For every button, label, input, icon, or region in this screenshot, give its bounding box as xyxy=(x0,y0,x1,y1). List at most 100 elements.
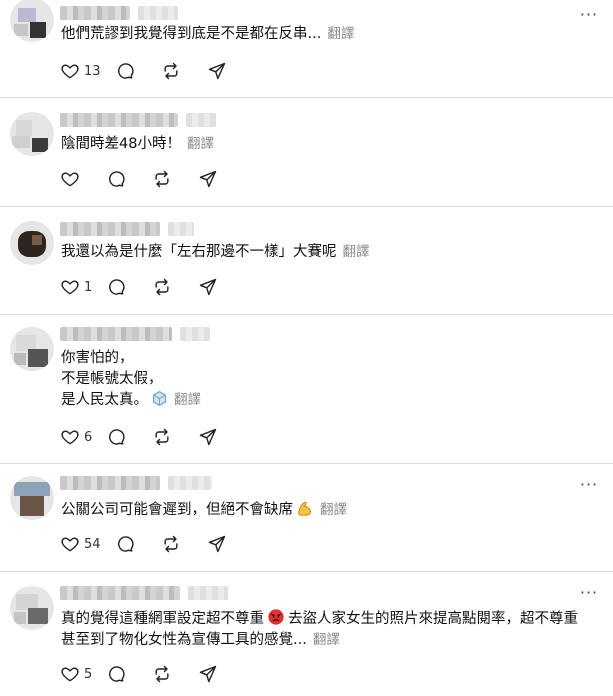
avatar[interactable] xyxy=(10,0,54,42)
comment-icon xyxy=(109,666,125,682)
comment-icon xyxy=(109,279,125,295)
like-count: 13 xyxy=(84,63,101,79)
more-options-icon[interactable]: ··· xyxy=(579,585,599,601)
reply-post: ··· 真的覺得這種網軍設定超不尊重 去盜人家女生的照片來提高點閱率，超不尊重 甚… xyxy=(0,572,613,696)
comment-icon xyxy=(109,429,125,445)
repost-icon xyxy=(155,278,169,296)
repost-button[interactable] xyxy=(161,533,181,555)
more-options-icon[interactable]: ··· xyxy=(579,477,599,493)
action-bar: 5 xyxy=(60,663,218,685)
username-redacted[interactable] xyxy=(60,476,160,490)
flexed-biceps-emoji xyxy=(298,501,312,516)
reply-button[interactable] xyxy=(115,60,135,82)
reply-post: 陰間時差48小時！ 翻譯 xyxy=(0,98,613,206)
send-icon xyxy=(200,278,217,296)
more-options-icon[interactable]: ··· xyxy=(579,7,599,23)
reply-text: 我還以為是什麼「左右那邊不一樣」大賽呢 翻譯 xyxy=(61,244,370,260)
like-button[interactable]: 54 xyxy=(60,533,115,555)
like-count: 5 xyxy=(84,666,93,682)
like-button[interactable] xyxy=(60,168,80,190)
reply-button[interactable] xyxy=(106,168,126,190)
heart-icon xyxy=(61,667,79,682)
angry-face-emoji xyxy=(268,609,284,625)
translate-link[interactable]: 翻譯 xyxy=(320,502,347,518)
translate-link[interactable]: 翻譯 xyxy=(313,632,340,648)
send-icon xyxy=(208,535,225,553)
username-redacted[interactable] xyxy=(60,586,180,600)
avatar[interactable] xyxy=(10,221,54,265)
translate-link[interactable]: 翻譯 xyxy=(343,244,370,260)
translate-link[interactable]: 翻譯 xyxy=(174,392,201,408)
heart-icon xyxy=(61,172,79,187)
repost-button[interactable] xyxy=(152,663,172,685)
like-count: 1 xyxy=(84,279,93,295)
username-redacted[interactable] xyxy=(60,6,130,20)
repost-button[interactable] xyxy=(152,168,172,190)
reply-button[interactable] xyxy=(106,426,126,448)
send-icon xyxy=(199,170,217,188)
heart-icon xyxy=(61,537,79,552)
heart-icon xyxy=(61,64,79,79)
avatar[interactable] xyxy=(10,327,54,371)
repost-icon xyxy=(155,428,169,446)
reply-post: 你害怕的， 不是帳號太假， 是人民太真。 翻譯 6 xyxy=(0,315,613,463)
reply-text: 真的覺得這種網軍設定超不尊重 去盜人家女生的照片來提高點閱率，超不尊重 甚至到了物… xyxy=(61,608,578,651)
comment-icon xyxy=(117,536,134,552)
reply-post: ··· 公關公司可能會遲到，但絕不會缺席 翻譯 54 xyxy=(0,464,613,571)
heart-icon xyxy=(61,430,79,445)
reply-button[interactable] xyxy=(115,533,135,555)
share-button[interactable] xyxy=(198,168,218,190)
reply-button[interactable] xyxy=(106,276,126,298)
avatar[interactable] xyxy=(10,476,54,520)
repost-button[interactable] xyxy=(152,276,172,298)
reply-text: 公關公司可能會遲到，但絕不會缺席 翻譯 xyxy=(61,499,347,521)
username-redacted[interactable] xyxy=(60,327,172,341)
share-button[interactable] xyxy=(198,426,218,448)
action-bar: 13 xyxy=(60,60,227,82)
action-bar: 54 xyxy=(60,533,227,555)
reply-button[interactable] xyxy=(106,663,126,685)
send-icon xyxy=(200,665,217,683)
share-button[interactable] xyxy=(198,663,218,685)
heart-icon xyxy=(61,280,79,295)
reply-text: 他們荒謬到我覺得到底是不是都在反串... 翻譯 xyxy=(61,26,355,42)
reply-text: 陰間時差48小時！ 翻譯 xyxy=(61,136,214,152)
username-redacted[interactable] xyxy=(60,222,160,236)
timestamp-redacted xyxy=(188,586,228,600)
like-button[interactable]: 6 xyxy=(60,426,106,448)
share-button[interactable] xyxy=(207,533,227,555)
avatar[interactable] xyxy=(10,586,54,630)
username-redacted[interactable] xyxy=(60,113,178,127)
translate-link[interactable]: 翻譯 xyxy=(327,26,354,42)
share-button[interactable] xyxy=(207,60,227,82)
avatar[interactable] xyxy=(10,112,54,156)
action-bar: 1 xyxy=(60,276,218,298)
reply-text: 你害怕的， 不是帳號太假， 是人民太真。 翻譯 xyxy=(61,350,201,408)
timestamp-redacted xyxy=(138,6,178,20)
repost-icon xyxy=(164,62,178,80)
translate-link[interactable]: 翻譯 xyxy=(187,136,214,152)
like-count: 54 xyxy=(84,536,101,552)
repost-icon xyxy=(164,535,178,553)
reply-post: ··· 他們荒謬到我覺得到底是不是都在反串... 翻譯 13 xyxy=(0,0,613,97)
timestamp-redacted xyxy=(168,476,212,490)
repost-button[interactable] xyxy=(161,60,181,82)
repost-icon xyxy=(155,665,169,683)
share-button[interactable] xyxy=(198,276,218,298)
action-bar: 6 xyxy=(60,426,218,448)
like-button[interactable]: 13 xyxy=(60,60,115,82)
like-button[interactable]: 1 xyxy=(60,276,106,298)
reply-post: 我還以為是什麼「左右那邊不一樣」大賽呢 翻譯 1 xyxy=(0,207,613,314)
repost-button[interactable] xyxy=(152,426,172,448)
like-button[interactable]: 5 xyxy=(60,663,106,685)
like-count: 6 xyxy=(84,429,93,445)
action-bar xyxy=(60,168,218,190)
comment-icon xyxy=(109,171,125,187)
ice-cube-emoji xyxy=(152,391,167,406)
timestamp-redacted xyxy=(180,327,210,341)
comment-icon xyxy=(117,63,134,79)
timestamp-redacted xyxy=(186,113,216,127)
send-icon xyxy=(200,428,217,446)
timestamp-redacted xyxy=(168,222,194,236)
send-icon xyxy=(208,62,225,80)
